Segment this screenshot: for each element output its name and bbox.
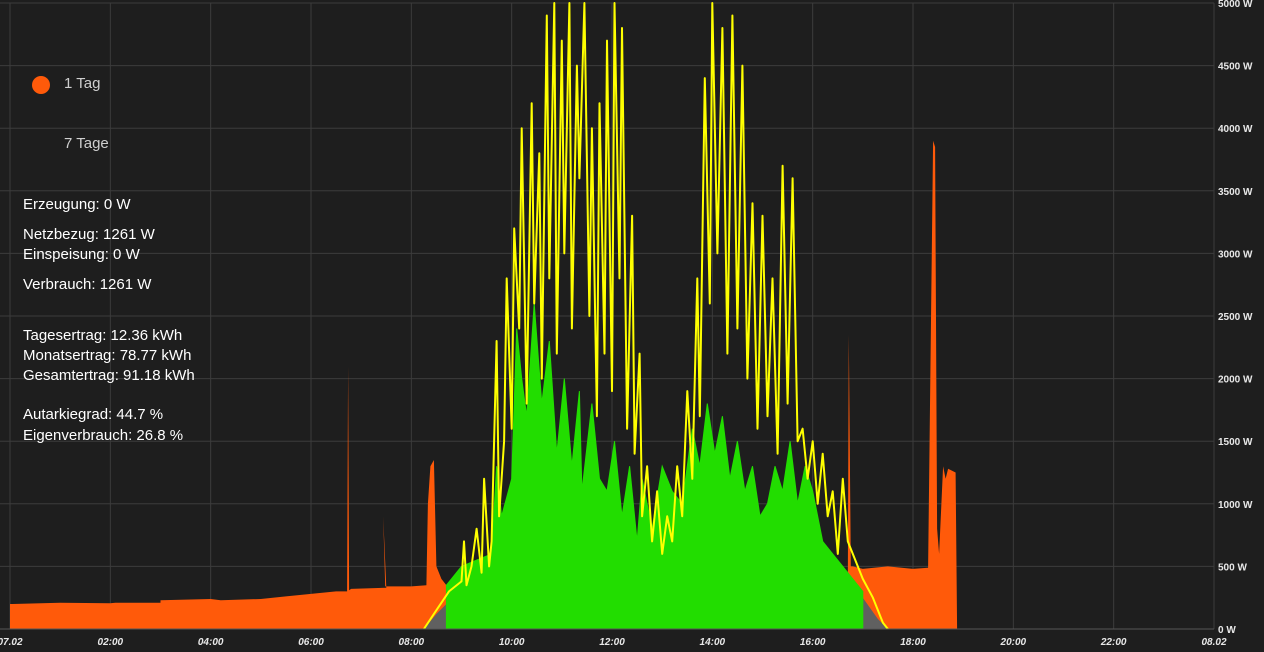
- x-tick-label: 14:00: [700, 637, 726, 648]
- x-tick-label: 12:00: [599, 637, 625, 648]
- power-chart: 0 W 500 W 1000 W 1500 W 2000 W 2500 W 3000 W 35…: [0, 0, 1253, 648]
- stat-tagesertrag: Tagesertrag: 12.36 kWh: [23, 327, 183, 344]
- x-tick-label: 04:00: [198, 637, 224, 648]
- y-tick-label: 5000 W: [1218, 0, 1253, 10]
- stat-netzbezug: Netzbezug: 1261 W: [23, 226, 155, 243]
- x-tick-label: 10:00: [499, 637, 525, 648]
- x-tick-label: 20:00: [1000, 637, 1027, 648]
- stat-verbrauch: Verbrauch: 1261 W: [23, 276, 152, 293]
- x-tick-label: 08:00: [399, 637, 425, 648]
- y-tick-label: 2000 W: [1218, 375, 1253, 386]
- range-option-1tag-radio[interactable]: [32, 76, 50, 94]
- y-tick-label: 4500 W: [1218, 62, 1253, 73]
- y-tick-label: 500 W: [1218, 562, 1247, 573]
- x-tick-label: 08.02: [1201, 637, 1226, 648]
- x-tick-label: 16:00: [800, 637, 826, 648]
- y-tick-label: 3000 W: [1218, 249, 1253, 260]
- y-tick-label: 0 W: [1218, 625, 1236, 636]
- range-option-7tage[interactable]: 7 Tage: [64, 135, 109, 152]
- stat-monatsertrag: Monatsertrag: 78.77 kWh: [23, 347, 192, 364]
- y-tick-label: 1500 W: [1218, 437, 1253, 448]
- x-tick-label: 18:00: [900, 637, 926, 648]
- y-tick-label: 1000 W: [1218, 500, 1253, 511]
- stat-einspeisung: Einspeisung: 0 W: [23, 246, 140, 263]
- x-tick-label: 07.02: [0, 637, 23, 648]
- stat-erzeugung: Erzeugung: 0 W: [23, 196, 131, 213]
- x-tick-label: 06:00: [298, 637, 324, 648]
- stat-eigenverbrauch: Eigenverbrauch: 26.8 %: [23, 427, 184, 444]
- stat-gesamtertrag: Gesamtertrag: 91.18 kWh: [23, 367, 195, 384]
- x-tick-label: 02:00: [98, 637, 124, 648]
- y-tick-label: 4000 W: [1218, 124, 1253, 135]
- range-option-1tag[interactable]: 1 Tag: [64, 75, 100, 92]
- stat-autarkiegrad: Autarkiegrad: 44.7 %: [23, 406, 164, 423]
- y-tick-label: 3500 W: [1218, 187, 1253, 198]
- x-tick-label: 22:00: [1100, 637, 1127, 648]
- y-tick-label: 2500 W: [1218, 312, 1253, 323]
